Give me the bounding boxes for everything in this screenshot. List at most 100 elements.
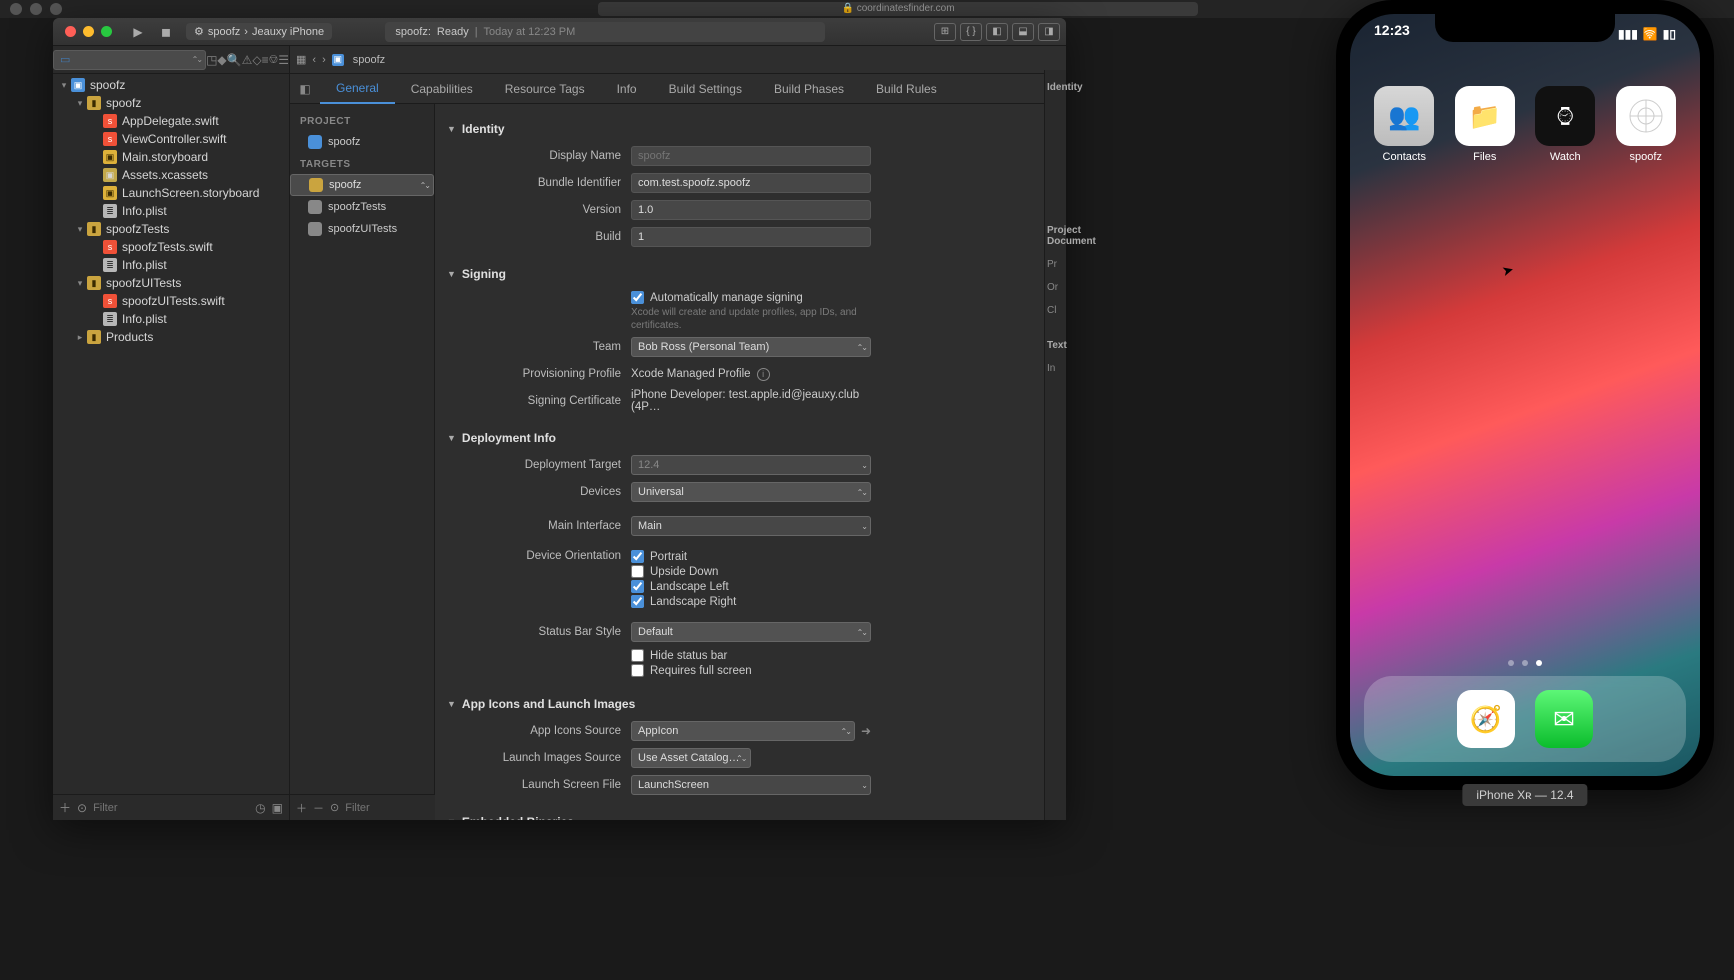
toggle-bottom-panel[interactable]: ⬓ bbox=[1012, 23, 1034, 41]
tab-info[interactable]: Info bbox=[601, 74, 653, 104]
app-messages[interactable]: ✉︎ bbox=[1535, 690, 1593, 748]
toggle-right-panel[interactable]: ◨ bbox=[1038, 23, 1060, 41]
scm-filter-icon[interactable]: ▣ bbox=[272, 801, 283, 815]
app-files[interactable]: 📁Files bbox=[1452, 86, 1518, 163]
bundle-id-input[interactable] bbox=[631, 173, 871, 193]
tab-capabilities[interactable]: Capabilities bbox=[395, 74, 489, 104]
close-window-button[interactable] bbox=[65, 26, 76, 37]
folder-row[interactable]: ▾▮spoofzUITests bbox=[53, 274, 289, 292]
editor-mode-standard[interactable]: ⊞ bbox=[934, 23, 956, 41]
team-select[interactable]: Bob Ross (Personal Team) bbox=[631, 337, 871, 357]
disclosure-icon[interactable]: ▼ bbox=[447, 269, 456, 279]
tab-general[interactable]: General bbox=[320, 74, 395, 104]
project-root[interactable]: ▾▣spoofz bbox=[53, 76, 289, 94]
jump-bar-path[interactable]: ▣spoofz bbox=[332, 54, 385, 66]
back-button[interactable]: ‹ bbox=[312, 54, 316, 66]
file-row[interactable]: ≣Info.plist bbox=[53, 256, 289, 274]
navigator-selector-bar[interactable]: ▭ ◳ ◆ 🔍 ⚠ ◇ ≡ ⎊ ☰ bbox=[53, 46, 289, 74]
file-row[interactable]: ▣LaunchScreen.storyboard bbox=[53, 184, 289, 202]
recent-filter-icon[interactable]: ◷ bbox=[255, 801, 265, 815]
tab-build-rules[interactable]: Build Rules bbox=[860, 74, 953, 104]
remove-target-icon[interactable]: － bbox=[313, 800, 324, 816]
add-target-icon[interactable]: ＋ bbox=[296, 800, 307, 816]
use-asset-catalog-button[interactable]: Use Asset Catalog… bbox=[631, 748, 751, 768]
show-targets-toggle[interactable]: ◧ bbox=[290, 82, 320, 96]
folder-row[interactable]: ▾▮spoofz bbox=[53, 94, 289, 112]
scheme-selector[interactable]: ⚙︎ spoofz › Jeauxy iPhone bbox=[186, 23, 332, 40]
run-button[interactable]: ▶ bbox=[124, 21, 152, 43]
project-row[interactable]: spoofz bbox=[290, 131, 434, 153]
folder-row[interactable]: ▾▮spoofzTests bbox=[53, 220, 289, 238]
jump-bar[interactable]: ▦ ‹ › ▣spoofz bbox=[290, 46, 1066, 74]
disclosure-icon[interactable]: ▼ bbox=[447, 124, 456, 134]
add-icon[interactable]: ＋ bbox=[59, 799, 71, 816]
page-dots[interactable] bbox=[1350, 660, 1700, 666]
status-bar-select[interactable]: Default bbox=[631, 622, 871, 642]
forward-button[interactable]: › bbox=[322, 54, 326, 66]
tab-resource-tags[interactable]: Resource Tags bbox=[489, 74, 601, 104]
target-row[interactable]: spoofzTests bbox=[290, 196, 434, 218]
tab-build-phases[interactable]: Build Phases bbox=[758, 74, 860, 104]
launch-screen-combo[interactable]: LaunchScreen bbox=[631, 775, 871, 795]
upside-down-checkbox[interactable]: Upside Down bbox=[631, 565, 871, 578]
requires-full-screen-checkbox[interactable]: Requires full screen bbox=[631, 664, 871, 677]
file-row[interactable]: sspoofzTests.swift bbox=[53, 238, 289, 256]
related-items-icon[interactable]: ▦ bbox=[296, 53, 306, 66]
main-interface-combo[interactable]: Main bbox=[631, 516, 871, 536]
build-input[interactable] bbox=[631, 227, 871, 247]
find-navigator-tab[interactable]: 🔍 bbox=[227, 53, 242, 67]
source-control-navigator-tab[interactable]: ◳ bbox=[206, 53, 217, 67]
app-icons-select[interactable]: AppIcon bbox=[631, 721, 855, 741]
file-tree[interactable]: ▾▣spoofz ▾▮spoofz sAppDelegate.swift sVi… bbox=[53, 74, 289, 794]
display-name-input[interactable] bbox=[631, 146, 871, 166]
toggle-left-panel[interactable]: ◧ bbox=[986, 23, 1008, 41]
disclosure-icon[interactable]: ▼ bbox=[447, 817, 456, 820]
app-spoofz[interactable]: spoofz bbox=[1613, 86, 1679, 163]
code-review-button[interactable]: { } bbox=[960, 23, 982, 41]
app-contacts[interactable]: 👥Contacts bbox=[1371, 86, 1437, 163]
file-row[interactable]: ≣Info.plist bbox=[53, 202, 289, 220]
window-traffic-lights[interactable] bbox=[65, 26, 112, 37]
symbol-navigator-tab[interactable]: ◆ bbox=[217, 53, 226, 67]
file-row[interactable]: ▣Assets.xcassets bbox=[53, 166, 289, 184]
info-icon[interactable]: i bbox=[757, 368, 770, 381]
phone-screen[interactable]: 12:23 ▮▮▮🛜▮▯ 👥Contacts 📁Files ⌚︎Watch sp… bbox=[1350, 14, 1700, 776]
target-name: spoofzTests bbox=[328, 201, 386, 213]
target-row[interactable]: spoofz bbox=[290, 174, 434, 196]
file-row[interactable]: sViewController.swift bbox=[53, 130, 289, 148]
report-navigator-tab[interactable]: ☰ bbox=[278, 53, 289, 67]
auto-signing-checkbox[interactable]: Automatically manage signing bbox=[631, 291, 871, 304]
issue-navigator-tab[interactable]: ⚠ bbox=[242, 53, 253, 67]
folder-row[interactable]: ▸▮Products bbox=[53, 328, 289, 346]
debug-navigator-tab[interactable]: ≡ bbox=[262, 53, 269, 67]
tab-build-settings[interactable]: Build Settings bbox=[653, 74, 758, 104]
devices-select[interactable]: Universal bbox=[631, 482, 871, 502]
disclosure-icon[interactable]: ▼ bbox=[447, 433, 456, 443]
targets-filter-input[interactable] bbox=[345, 802, 487, 814]
file-row[interactable]: sspoofzUITests.swift bbox=[53, 292, 289, 310]
navigator-filter-input[interactable] bbox=[93, 802, 249, 814]
landscape-left-checkbox[interactable]: Landscape Left bbox=[631, 580, 871, 593]
file-row[interactable]: sAppDelegate.swift bbox=[53, 112, 289, 130]
project-navigator: ▭ ◳ ◆ 🔍 ⚠ ◇ ≡ ⎊ ☰ ▾▣spoofz ▾▮spoofz sApp… bbox=[53, 46, 290, 820]
stop-button[interactable]: ◼ bbox=[152, 21, 180, 43]
minimize-window-button[interactable] bbox=[83, 26, 94, 37]
test-navigator-tab[interactable]: ◇ bbox=[252, 53, 261, 67]
project-navigator-tab[interactable]: ▭ bbox=[53, 50, 206, 70]
portrait-checkbox[interactable]: Portrait bbox=[631, 550, 871, 563]
app-safari[interactable]: 🧭 bbox=[1457, 690, 1515, 748]
deployment-target-combo[interactable]: 12.4 bbox=[631, 455, 871, 475]
file-row[interactable]: ▣Main.storyboard bbox=[53, 148, 289, 166]
landscape-right-checkbox[interactable]: Landscape Right bbox=[631, 595, 871, 608]
general-settings-form[interactable]: ▼Identity Display Name Bundle Identifier… bbox=[435, 104, 1066, 820]
breakpoint-navigator-tab[interactable]: ⎊ bbox=[269, 52, 279, 67]
file-row[interactable]: ≣Info.plist bbox=[53, 310, 289, 328]
target-row[interactable]: spoofzUITests bbox=[290, 218, 434, 240]
zoom-window-button[interactable] bbox=[101, 26, 112, 37]
app-watch[interactable]: ⌚︎Watch bbox=[1532, 86, 1598, 163]
messages-icon: ✉︎ bbox=[1553, 704, 1575, 735]
version-input[interactable] bbox=[631, 200, 871, 220]
goto-asset-icon[interactable]: ➜ bbox=[861, 724, 871, 738]
disclosure-icon[interactable]: ▼ bbox=[447, 699, 456, 709]
hide-status-bar-checkbox[interactable]: Hide status bar bbox=[631, 649, 871, 662]
